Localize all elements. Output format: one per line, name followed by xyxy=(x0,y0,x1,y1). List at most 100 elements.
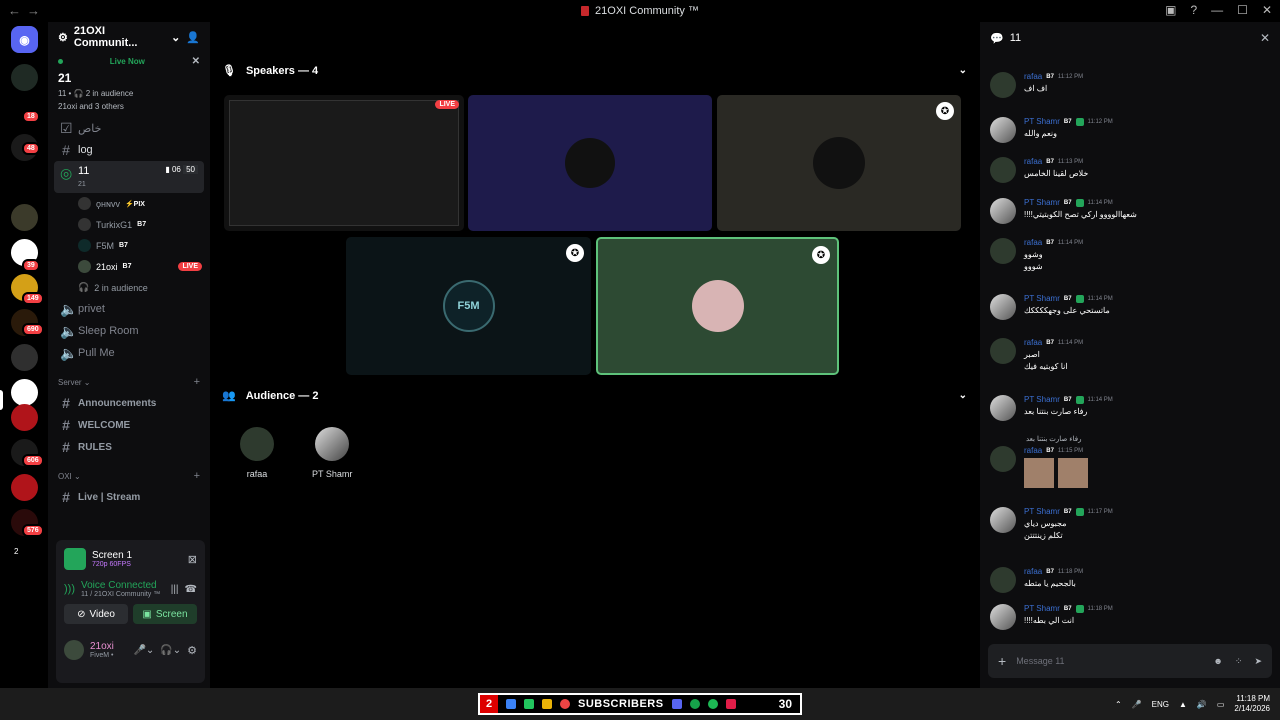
chat-message[interactable]: PT Shamr B7 11:17 PM مجبوس دياي تكلم زينتتتن xyxy=(990,507,1270,540)
chevron-down-icon[interactable]: ⌄ xyxy=(959,65,967,76)
channel-privet[interactable]: 🔈 privet xyxy=(48,298,210,320)
reply-preview[interactable]: رفاء صارت بنتنا بعد xyxy=(1026,432,1280,443)
plus-icon[interactable]: + xyxy=(194,470,200,482)
server-icon[interactable] xyxy=(11,379,38,406)
author-name[interactable]: PT Shamr xyxy=(1024,395,1060,404)
plus-icon[interactable]: + xyxy=(194,376,200,388)
speaker-tile[interactable] xyxy=(468,95,712,231)
xbox-icon[interactable] xyxy=(689,699,700,709)
server-icon[interactable] xyxy=(11,169,38,196)
nav-arrows[interactable]: ←→ xyxy=(8,3,46,18)
send-icon[interactable]: ➤ xyxy=(1254,656,1262,667)
speaker-tile[interactable]: ✪ xyxy=(717,95,961,231)
author-name[interactable]: rafaa xyxy=(1024,72,1042,81)
voice-user[interactable]: 21oxi B7 LIVE xyxy=(48,256,210,277)
author-name[interactable]: PT Shamr xyxy=(1024,117,1060,126)
spotify-icon[interactable] xyxy=(707,699,718,709)
image-attachments[interactable] xyxy=(1024,458,1088,488)
audience-member[interactable]: rafaa xyxy=(240,427,274,479)
image-attachment[interactable] xyxy=(1058,458,1088,488)
soundboard-icon[interactable]: ||| xyxy=(171,584,179,595)
author-name[interactable]: PT Shamr xyxy=(1024,507,1060,516)
author-name[interactable]: rafaa xyxy=(1024,157,1042,166)
close-icon[interactable]: ✕ xyxy=(192,56,200,67)
gear-icon[interactable]: ⚙ xyxy=(187,644,197,657)
channel-pull-me[interactable]: 🔈 Pull Me xyxy=(48,342,210,364)
author-name[interactable]: PT Shamr xyxy=(1024,198,1060,207)
stream-tile[interactable]: LIVE xyxy=(224,95,464,231)
channel-live-stream[interactable]: # Live | Stream xyxy=(48,486,210,508)
discord-home-icon[interactable]: ◉ xyxy=(11,26,38,53)
signal-icon[interactable]: ))) xyxy=(64,583,75,595)
server-icon[interactable] xyxy=(11,344,38,371)
chat-message[interactable]: PT Shamr B7 11:14 PM رفاء صارت بنتنا بعد xyxy=(990,395,1270,421)
server-icon[interactable] xyxy=(11,64,38,91)
stop-share-icon[interactable]: ⊠ xyxy=(188,553,197,566)
chat-message[interactable]: rafaa B7 11:15 PM xyxy=(990,446,1270,488)
disconnect-icon[interactable]: ☎ xyxy=(185,584,197,595)
discord-icon[interactable] xyxy=(671,699,682,709)
emoji-icon[interactable]: ☻ xyxy=(1213,656,1222,667)
close-button[interactable]: ✕ xyxy=(1262,3,1272,17)
minimize-button[interactable]: — xyxy=(1211,3,1223,17)
author-name[interactable]: rafaa xyxy=(1024,446,1042,455)
chat-message[interactable]: PT Shamr B7 11:14 PM شعهاالوووو اركي تصح ال… xyxy=(990,198,1270,224)
voice-user[interactable]: F5M B7 xyxy=(48,235,210,256)
chevron-up-icon[interactable]: ⌃ xyxy=(1115,700,1122,709)
voice-user[interactable]: TurkixG1 B7 xyxy=(48,214,210,235)
chat-message[interactable]: PT Shamr B7 11:14 PM ماتستحي على وجهككككك xyxy=(990,294,1270,320)
chat-message[interactable]: PT Shamr B7 11:12 PM ونعم والله xyxy=(990,117,1270,143)
mic-icon[interactable]: 🎤 xyxy=(1132,700,1142,709)
windows-icon[interactable] xyxy=(506,699,516,709)
channel-khas[interactable]: ☑ خاص xyxy=(48,117,210,139)
language[interactable]: ENG xyxy=(1152,700,1169,709)
author-name[interactable]: rafaa xyxy=(1024,338,1042,347)
video-button[interactable]: ⊘ Video xyxy=(64,604,128,624)
app-icon[interactable] xyxy=(725,699,736,709)
maximize-button[interactable]: ☐ xyxy=(1237,3,1248,17)
author-name[interactable]: rafaa xyxy=(1024,238,1042,247)
channel-welcome[interactable]: # WELCOME xyxy=(48,414,210,436)
channel-log[interactable]: # log xyxy=(48,139,210,161)
author-name[interactable]: PT Shamr xyxy=(1024,294,1060,303)
chat-message[interactable]: rafaa B7 11:14 PM وشوو شووو xyxy=(990,238,1270,271)
add-member-icon[interactable]: 👤 xyxy=(186,31,200,44)
audience-header[interactable]: 👥 Audience — 2 ⌄ xyxy=(222,389,967,403)
plus-icon[interactable]: + xyxy=(998,653,1006,669)
close-icon[interactable]: ✕ xyxy=(1260,31,1270,45)
volume-icon[interactable]: 🔊 xyxy=(1197,700,1207,709)
channel-stage-11[interactable]: ◎ 11 21 ▮ 06 50 xyxy=(54,161,204,193)
chat-message[interactable]: PT Shamr B7 11:18 PM انت الي بطه!!!! xyxy=(990,604,1270,630)
chrome-icon[interactable] xyxy=(560,699,570,709)
chat-message[interactable]: rafaa B7 11:18 PM بالجحيم يا متطه xyxy=(990,567,1270,593)
channel-rules[interactable]: # RULES xyxy=(48,436,210,458)
speaker-tile-active[interactable]: ✪ xyxy=(596,237,839,375)
help-icon[interactable]: ? xyxy=(1190,3,1197,17)
battery-icon[interactable]: ▭ xyxy=(1217,700,1225,709)
app-icon[interactable] xyxy=(524,699,534,709)
channel-sleep-room[interactable]: 🔈 Sleep Room xyxy=(48,320,210,342)
headphones-icon[interactable]: 🎧⌄ xyxy=(160,645,181,656)
guild-header[interactable]: ⚙ 21OXI Communit... ⌄ 👤 xyxy=(48,22,210,52)
voice-user[interactable]: ϙнɴvv ⚡PIX xyxy=(48,193,210,214)
category-oxi[interactable]: OXI ⌄ + xyxy=(48,466,210,486)
speakers-header[interactable]: 🎙 Speakers — 4 ⌄ xyxy=(222,64,967,78)
server-icon[interactable] xyxy=(11,204,38,231)
audience-member[interactable]: PT Shamr xyxy=(312,427,352,479)
chat-message[interactable]: rafaa B7 11:12 PM اف اف xyxy=(990,72,1270,98)
chat-message[interactable]: rafaa B7 11:13 PM خلاص لقينا الخامس xyxy=(990,157,1270,183)
channel-announcements[interactable]: # Announcements xyxy=(48,392,210,414)
speaker-tile[interactable]: F5M ✪ xyxy=(346,237,591,375)
chat-message[interactable]: rafaa B7 11:14 PM اصبر انا كوبتيه فيك xyxy=(990,338,1270,371)
folder-icon[interactable] xyxy=(542,699,552,709)
server-icon[interactable] xyxy=(11,404,38,431)
clock[interactable]: 11:18 PM 2/14/2026 xyxy=(1234,694,1270,714)
current-user[interactable]: 21oxi FiveM • 🎤⌄ 🎧⌄ ⚙ xyxy=(56,632,205,668)
wifi-icon[interactable]: ▲ xyxy=(1179,700,1187,709)
image-attachment[interactable] xyxy=(1024,458,1054,488)
author-name[interactable]: PT Shamr xyxy=(1024,604,1060,613)
screen-button[interactable]: ▣ Screen xyxy=(133,604,197,624)
server-icon[interactable] xyxy=(11,474,38,501)
category-server[interactable]: Server ⌄ + xyxy=(48,372,210,392)
apps-icon[interactable]: ⁘ xyxy=(1235,656,1243,667)
